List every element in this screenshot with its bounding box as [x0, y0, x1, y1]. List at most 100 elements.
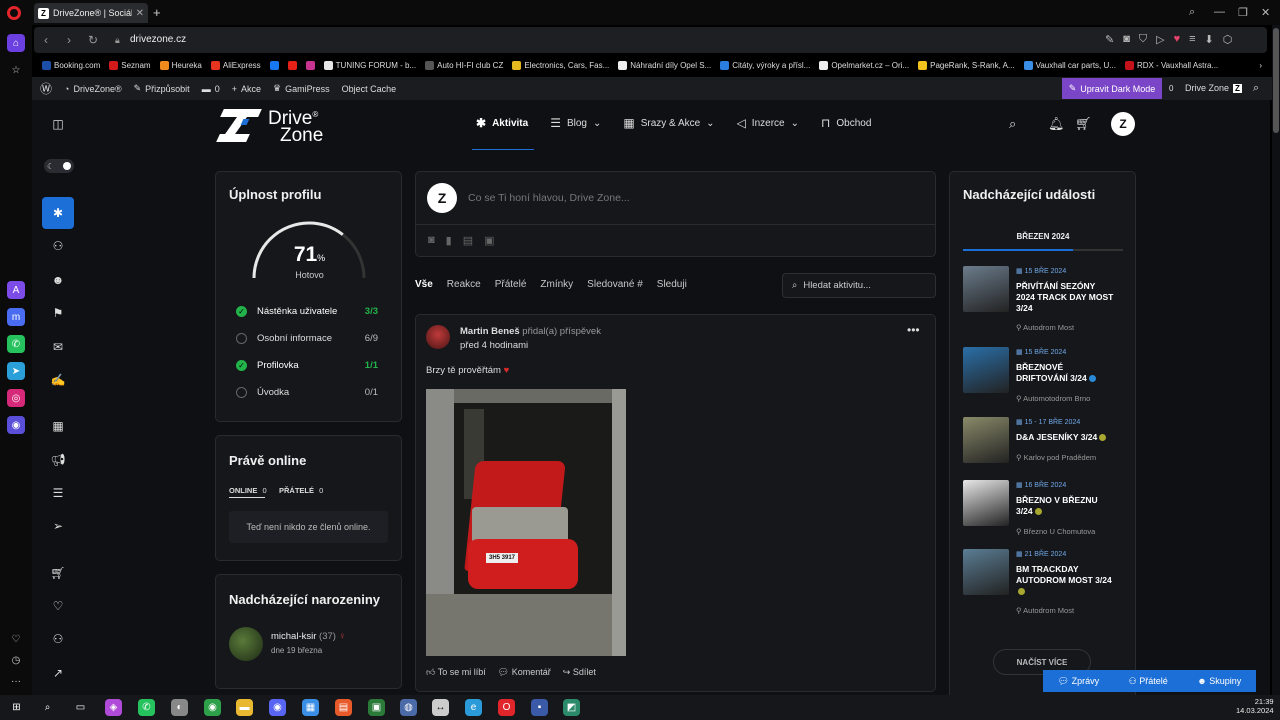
chrome-icon[interactable]: ◉ [204, 699, 221, 716]
sidenav-send-icon[interactable]: ➢ [46, 515, 70, 537]
sidenav-trending-icon[interactable]: ↗ [46, 662, 70, 684]
taskbar-app-icon[interactable]: ◐ [171, 699, 188, 716]
opera-logo-icon[interactable] [7, 6, 21, 20]
friends-button[interactable]: ⚇ Přátelé [1129, 676, 1168, 687]
dark-mode-toggle[interactable]: ☾ [44, 159, 74, 173]
browser-tab[interactable]: Z DriveZone® | Sociální síť ✕ [34, 3, 148, 23]
maximize-icon[interactable]: ❐ [1238, 6, 1248, 19]
sidenav-members-icon[interactable]: ⚇ [46, 235, 70, 257]
post-author[interactable]: Martin Beneš [460, 326, 520, 337]
bookmark-item[interactable] [287, 60, 297, 70]
nav-ads[interactable]: ◁ Inzerce ⌄ [737, 114, 799, 150]
sidenav-calendar-icon[interactable]: ▦ [46, 415, 70, 437]
taskbar-app-icon[interactable]: ▪ [531, 699, 548, 716]
event-item[interactable]: ▦ 15 BŘE 2024 PŘIVÍTÁNÍ SEZÓNY 2024 TRACK… [963, 266, 1123, 332]
bookmark-item[interactable]: Seznam [109, 60, 151, 70]
bookmark-item[interactable]: Electronics, Cars, Fas... [512, 60, 609, 70]
birthday-avatar[interactable] [229, 627, 263, 661]
reload-icon[interactable]: ↻ [88, 33, 98, 47]
camera-icon[interactable]: ◙ [1123, 33, 1130, 46]
more-bookmarks-icon[interactable]: › [1259, 61, 1262, 70]
taskbar-app-icon[interactable]: ↔ [432, 699, 449, 716]
wordpress-icon[interactable]: Ⓦ [40, 80, 52, 97]
post-time[interactable]: před 4 hodinami [460, 340, 528, 351]
gif-icon[interactable]: ▣ [484, 234, 494, 247]
feed-tab[interactable]: Reakce [447, 279, 481, 290]
bookmark-item[interactable] [269, 60, 279, 70]
feed-tab[interactable]: Přátelé [495, 279, 527, 290]
sidenav-activity-icon[interactable]: ✱ [42, 197, 74, 229]
sidenav-friends-icon[interactable]: ⚇ [46, 628, 70, 650]
search-icon[interactable]: ⌕ [1253, 82, 1259, 95]
menu-icon[interactable]: ≡ [1189, 33, 1195, 46]
bookmark-item[interactable]: Auto HI-FI club CZ [425, 60, 503, 70]
heart-icon[interactable]: ♥ [1174, 33, 1181, 46]
event-item[interactable]: ▦ 15 BŘE 2024 BŘEZNOVÉ DRIFTOVÁNÍ 3/24 ⚲ A… [963, 347, 1123, 411]
bookmark-item[interactable]: Citáty, výroky a přísl... [720, 60, 810, 70]
sidenav-heart-icon[interactable]: ♡ [46, 595, 70, 617]
play-icon[interactable]: ▷ [1156, 33, 1164, 46]
task-view-icon[interactable]: ▭ [72, 699, 89, 716]
comments-link[interactable]: ▬ 0 [202, 84, 220, 94]
whatsapp-taskbar-icon[interactable]: ✆ [138, 699, 155, 716]
event-item[interactable]: ▦ 21 BŘE 2024 BM TRACKDAY AUTODROM MOST 3… [963, 549, 1123, 615]
minimize-icon[interactable]: — [1214, 6, 1225, 18]
edit-icon[interactable]: ✎ [1105, 33, 1114, 46]
close-tab-icon[interactable]: ✕ [136, 8, 144, 19]
camera-icon[interactable]: ◙ [428, 234, 435, 247]
profile-item[interactable]: Osobní informace 6/9 [236, 333, 378, 344]
events-month-tab[interactable]: BŘEZEN 2024 [963, 232, 1123, 241]
user-avatar[interactable]: Z [1111, 112, 1135, 136]
nav-events[interactable]: ▦ Srazy & Akce ⌄ [623, 114, 714, 150]
feed-tab[interactable]: Vše [415, 279, 433, 290]
feed-tab[interactable]: Zmínky [540, 279, 573, 290]
sidenav-flag-icon[interactable]: ⚑ [46, 302, 70, 324]
telegram-icon[interactable]: ➤ [7, 362, 25, 380]
feed-tab[interactable]: Sleduji [657, 279, 687, 290]
like-button[interactable]: 👍︎ To se mi líbí [426, 667, 486, 678]
object-cache-link[interactable]: Object Cache [342, 84, 397, 94]
comment-button[interactable]: 💬︎ Komentář [498, 667, 551, 678]
bookmark-item[interactable]: RDX - Vauxhall Astra... [1124, 60, 1218, 70]
sidenav-forums-icon[interactable]: ✉ [46, 336, 70, 358]
profile-item[interactable]: Úvodka 0/1 [236, 387, 378, 398]
history-icon[interactable]: ◷ [7, 651, 25, 669]
scrollbar-thumb[interactable] [1273, 28, 1279, 133]
notification-count[interactable]: 0 [1169, 84, 1173, 93]
video-icon[interactable]: ▮ [446, 234, 452, 247]
sidenav-cart-icon[interactable]: 🛒︎ [46, 562, 70, 584]
gamipress-link[interactable]: ♛ GamiPress [273, 83, 330, 94]
file-explorer-icon[interactable]: ▬ [236, 699, 253, 716]
page-scrollbar[interactable] [1272, 25, 1280, 695]
bookmark-item[interactable]: Náhradní díly Opel S... [618, 60, 711, 70]
dark-mode-button[interactable]: ✎ Upravit Dark Mode [1062, 78, 1162, 99]
bell-icon[interactable]: 🔔︎ [1048, 116, 1065, 132]
drivezone-logo[interactable]: Drive® Zone [216, 106, 323, 145]
post-author-avatar[interactable] [426, 325, 450, 349]
event-item[interactable]: ▦ 16 BŘE 2024 BŘEZNO V BŘEZNU 3/24 ⚲ Březn… [963, 480, 1123, 544]
profile-item[interactable]: ✓ Profilovka 1/1 [236, 360, 378, 371]
taskbar-app-icon[interactable]: ▤ [335, 699, 352, 716]
birthday-person[interactable]: michal-ksir (37) ♀ [271, 631, 346, 642]
search-icon[interactable]: ⌕ [39, 699, 56, 716]
more-options-icon[interactable]: ••• [907, 323, 920, 337]
bookmark-item[interactable]: Heureka [159, 60, 202, 70]
taskbar-app-icon[interactable]: ◍ [400, 699, 417, 716]
document-icon[interactable]: ▤ [463, 234, 473, 247]
composer-input[interactable]: Co se Ti honí hlavou, Drive Zone... [468, 192, 630, 204]
download-icon[interactable]: ⬇ [1205, 33, 1214, 46]
header-search-icon[interactable]: ⌕ [1009, 116, 1016, 132]
activity-search-input[interactable]: ⌕ Hledat aktivitu... [782, 273, 936, 298]
shield-icon[interactable]: ⛉ [1139, 33, 1147, 46]
edge-icon[interactable]: e [465, 699, 482, 716]
home-icon[interactable]: ⌂ [7, 34, 25, 52]
sidenav-megaphone-icon[interactable]: 📢︎ [46, 449, 70, 471]
nav-activity[interactable]: ✱ Aktivita [471, 114, 535, 150]
windows-start-icon[interactable]: ⊞ [8, 699, 25, 716]
star-icon[interactable]: ☆ [7, 61, 25, 79]
groups-button[interactable]: ☻ Skupiny [1197, 676, 1241, 686]
sidebar-toggle-icon[interactable]: ◫ [46, 113, 70, 135]
share-button[interactable]: ↪ Sdílet [563, 667, 596, 678]
new-tab-icon[interactable]: + [153, 5, 161, 20]
post-image[interactable]: 3H5 3917 [426, 389, 626, 656]
